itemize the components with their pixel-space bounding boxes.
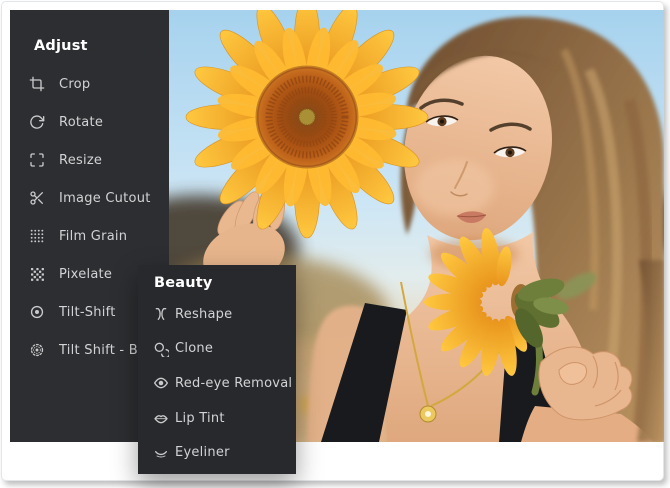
menu-item-film-grain[interactable]: Film Grain [10,217,169,255]
menu-item-image-cutout[interactable]: Image Cutout [10,179,169,217]
tilt-shift-icon [29,304,45,320]
menu-item-lip-tint[interactable]: Lip Tint [138,401,296,436]
menu-item-crop[interactable]: Crop [10,65,169,103]
menu-item-red-eye-removal[interactable]: Red-eye Removal [138,366,296,401]
menu-item-rotate[interactable]: Rotate [10,103,169,141]
image-cutout-icon [29,190,45,206]
window-frame: Adjust Crop Rotate Resize Image Cutout F… [1,1,664,481]
menu-item-reshape[interactable]: Reshape [138,297,296,332]
menu-item-eyeliner[interactable]: Eyeliner [138,435,296,470]
red-eye-removal-icon [153,375,169,391]
menu-item-clone[interactable]: Clone [138,332,296,367]
rotate-icon [29,114,45,130]
beauty-panel: Beauty Reshape Clone Red-eye Removal Lip… [138,265,296,474]
resize-icon [29,152,45,168]
menu-item-resize[interactable]: Resize [10,141,169,179]
pixelate-icon [29,266,45,282]
film-grain-icon [29,228,45,244]
crop-icon [29,76,45,92]
beauty-panel-title: Beauty [154,273,296,293]
reshape-icon [153,306,169,322]
adjust-panel-title: Adjust [34,36,169,56]
beauty-menu: Reshape Clone Red-eye Removal Lip Tint E… [138,297,296,470]
clone-icon [153,341,169,357]
eyeliner-icon [153,445,169,461]
lip-tint-icon [153,410,169,426]
tilt-shift-brush-icon [29,342,45,358]
